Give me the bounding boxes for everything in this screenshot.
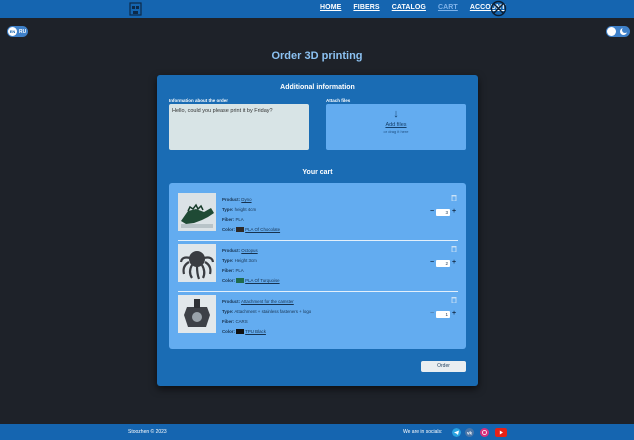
increment-button[interactable]: + (451, 310, 457, 318)
product-label: Product: (222, 248, 241, 253)
nav-fibers[interactable]: FIBERS (353, 4, 379, 11)
quantity-input[interactable]: 3 (436, 208, 450, 216)
cart-item-dyno: Product: Dyno Type: height 4cm Fiber: PL… (178, 190, 458, 240)
order-info-textarea[interactable]: Hello, could you please print it by Frid… (169, 104, 309, 150)
cart-item-octopus: Product: Octopus Type: Height 3cm Fiber:… (178, 241, 458, 291)
cart-panel: Product: Dyno Type: height 4cm Fiber: PL… (169, 183, 466, 349)
additional-info-title: Additional information (280, 84, 355, 91)
product-label: Product: (222, 197, 241, 202)
footer: Stoozhen © 2023 We are in socials: vk (0, 424, 634, 440)
top-navbar: HOME FIBERS CATALOG CART ACCOUNT (0, 0, 634, 18)
increment-button[interactable]: + (451, 259, 457, 267)
nav-home[interactable]: HOME (320, 4, 341, 11)
language-code: RU (19, 28, 27, 35)
product-link[interactable]: Dyno (241, 197, 251, 202)
color-swatch (236, 329, 245, 335)
quantity-stepper: − 2 + (429, 259, 457, 267)
moon-icon (620, 27, 628, 35)
main-nav: HOME FIBERS CATALOG CART ACCOUNT (320, 4, 518, 11)
quantity-stepper: − 3 + (429, 208, 457, 216)
quantity-stepper: − 1 + (429, 310, 457, 318)
theme-toggle[interactable] (606, 26, 630, 37)
product-info: Product: Dyno Type: height 4cm Fiber: PL… (222, 195, 280, 235)
socials-label: We are in socials: (403, 429, 443, 435)
product-type: Attachment + stainless fasteners + logo (234, 309, 312, 314)
language-badge: EN (8, 27, 17, 36)
nav-catalog[interactable]: CATALOG (392, 4, 426, 11)
youtube-icon[interactable] (495, 428, 507, 437)
product-type: Height 3cm (234, 258, 257, 263)
product-fiber: CARS (235, 319, 248, 324)
order-card: Additional information Information about… (157, 75, 478, 386)
page-title: Order 3D printing (271, 50, 363, 62)
product-image (178, 295, 216, 333)
product-info: Product: Attachment for the camster Type… (222, 297, 311, 337)
svg-text:vk: vk (467, 430, 473, 435)
fiber-label: Fiber: (222, 268, 235, 273)
attach-files-label: Attach files (326, 98, 351, 103)
type-label: Type: (222, 207, 234, 212)
product-info: Product: Octopus Type: Height 3cm Fiber:… (222, 246, 280, 286)
product-image (178, 193, 216, 231)
trash-icon[interactable] (451, 296, 457, 303)
add-files-link[interactable]: Add files (326, 122, 466, 128)
color-link[interactable]: TPU Black (245, 329, 266, 334)
decrement-button[interactable]: − (429, 310, 435, 318)
copyright: Stoozhen © 2023 (128, 429, 167, 435)
color-link[interactable]: PLA Of Chocolate (245, 227, 280, 232)
trash-icon[interactable] (451, 194, 457, 201)
color-label: Color: (222, 329, 235, 334)
trash-icon[interactable] (451, 245, 457, 252)
logo-icon[interactable] (129, 2, 142, 16)
color-swatch (236, 227, 245, 233)
product-image (178, 244, 216, 282)
decrement-button[interactable]: − (429, 259, 435, 267)
color-label: Color: (222, 278, 235, 283)
fiber-label: Fiber: (222, 217, 235, 222)
quantity-input[interactable]: 2 (436, 259, 450, 267)
color-link[interactable]: PLA Of Turquoise (245, 278, 279, 283)
theme-toggle-knob (607, 27, 616, 36)
your-cart-title: Your cart (302, 169, 333, 176)
product-fiber: PLA (235, 217, 244, 222)
file-dropzone[interactable]: ↓ Add files or drag it here (326, 104, 466, 150)
gear-logo-icon[interactable] (490, 0, 507, 17)
language-toggle[interactable]: EN RU (7, 26, 28, 37)
type-label: Type: (222, 309, 234, 314)
type-label: Type: (222, 258, 234, 263)
quantity-input[interactable]: 1 (436, 310, 450, 318)
vk-icon[interactable]: vk (465, 428, 474, 437)
product-fiber: PLA (235, 268, 244, 273)
product-type: height 4cm (234, 207, 257, 212)
increment-button[interactable]: + (451, 208, 457, 216)
color-swatch (236, 278, 245, 284)
arrow-down-icon: ↓ (393, 108, 399, 120)
product-link[interactable]: Octopus (241, 248, 257, 253)
instagram-icon[interactable] (480, 428, 489, 437)
product-label: Product: (222, 299, 241, 304)
drag-hint: or drag it here (383, 129, 409, 134)
color-label: Color: (222, 227, 235, 232)
cart-item-attachment: Product: Attachment for the camster Type… (178, 292, 458, 342)
order-button[interactable]: Order (421, 361, 466, 372)
order-info-label: Information about the order (169, 98, 228, 103)
nav-cart[interactable]: CART (438, 4, 458, 11)
telegram-icon[interactable] (452, 428, 461, 437)
fiber-label: Fiber: (222, 319, 235, 324)
product-link[interactable]: Attachment for the camster (241, 299, 294, 304)
decrement-button[interactable]: − (429, 208, 435, 216)
